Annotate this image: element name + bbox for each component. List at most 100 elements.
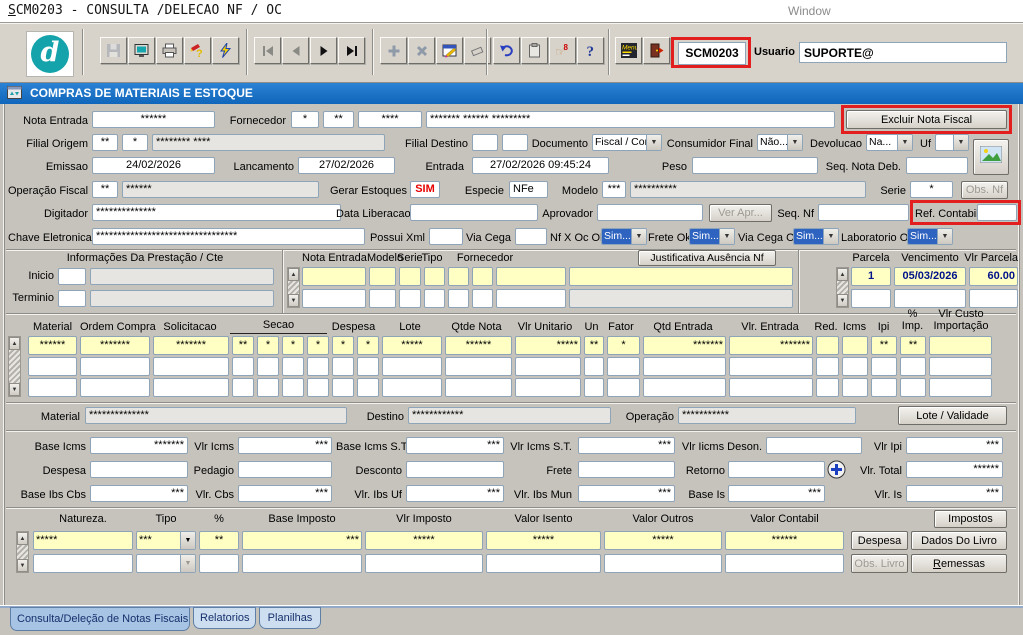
chevron-down-icon[interactable]: ▼ (719, 229, 734, 244)
parcela-cell[interactable] (851, 289, 891, 308)
filial-destino-field-1[interactable] (472, 134, 498, 151)
vlr-parcela-cell[interactable] (969, 289, 1018, 308)
secao-cell[interactable] (307, 357, 329, 376)
nf-cell[interactable] (472, 289, 493, 308)
remessas-button[interactable]: Remessas (911, 554, 1007, 573)
vlr-icms-deson-field[interactable] (766, 437, 862, 454)
qtde-nota-cell[interactable] (445, 357, 512, 376)
tipo-cell[interactable]: ***▼ (136, 531, 196, 550)
natureza-cell[interactable]: ***** (33, 531, 133, 550)
un-cell[interactable] (584, 357, 604, 376)
insert-record-button[interactable] (380, 37, 407, 64)
fator-cell[interactable]: * (607, 336, 640, 355)
qtd-entrada-cell[interactable] (643, 357, 726, 376)
nf-cell[interactable] (569, 267, 793, 286)
via-cega-field[interactable] (515, 228, 547, 245)
vlr-is-field[interactable]: *** (906, 485, 1003, 502)
despesa-cell[interactable] (332, 378, 354, 397)
secao-cell[interactable] (282, 378, 304, 397)
ipi-cell[interactable] (871, 357, 897, 376)
vencimento-cell[interactable] (894, 289, 966, 308)
digitador-field[interactable]: ************** (92, 204, 341, 221)
fornecedor-field-1[interactable]: * (291, 111, 319, 128)
via-cega-ok-dropdown[interactable]: Sim...▼ (793, 228, 839, 245)
pct-cell[interactable]: ** (199, 531, 239, 550)
vencimento-cell[interactable]: 05/03/2026 (894, 267, 966, 286)
vlr-unitario-cell[interactable] (515, 378, 581, 397)
despesa-field[interactable] (90, 461, 188, 478)
chevron-down-icon[interactable]: ▼ (897, 135, 912, 150)
nf-cell[interactable] (448, 267, 469, 286)
fator-cell[interactable] (607, 357, 640, 376)
serie-field[interactable]: * (910, 181, 953, 198)
terminio-field[interactable] (58, 290, 86, 307)
valor-outros-cell[interactable]: ***** (604, 531, 722, 550)
chevron-down-icon[interactable]: ▼ (646, 135, 661, 150)
execute-query-button[interactable] (212, 37, 239, 64)
operacao-fiscal-field-1[interactable]: ** (92, 181, 118, 198)
vlr-ibs-uf-field[interactable]: *** (406, 485, 504, 502)
documento-dropdown[interactable]: Fiscal / Come...▼ (592, 134, 662, 151)
pedagio-field[interactable] (238, 461, 332, 478)
red-cell[interactable] (816, 357, 839, 376)
scroll-down-button[interactable]: ▼ (17, 559, 28, 572)
consumidor-final-dropdown[interactable]: Não...▼ (757, 134, 803, 151)
ordem-compra-cell[interactable] (80, 357, 150, 376)
secao-cell[interactable] (232, 378, 254, 397)
undo-button[interactable] (493, 37, 520, 64)
chave-eletronica-field[interactable]: ********************************* (92, 228, 365, 245)
help-button[interactable]: ? (577, 37, 604, 64)
menu-window[interactable]: Window (788, 4, 831, 18)
solicitacao-cell[interactable] (153, 378, 229, 397)
secao-cell[interactable]: ** (232, 336, 254, 355)
qtd-entrada-cell[interactable] (643, 378, 726, 397)
base-icms-st-field[interactable]: *** (406, 437, 504, 454)
last-record-button[interactable] (338, 37, 365, 64)
valor-outros-cell[interactable] (604, 554, 722, 573)
print-button[interactable] (156, 37, 183, 64)
chevron-down-icon[interactable]: ▼ (937, 229, 952, 244)
nf-cell[interactable] (302, 267, 366, 286)
exit-button[interactable] (643, 37, 670, 64)
nf-cell[interactable] (369, 289, 396, 308)
un-cell[interactable] (584, 378, 604, 397)
next-record-button[interactable] (310, 37, 337, 64)
filial-destino-field-2[interactable] (502, 134, 528, 151)
ipi-cell[interactable]: ** (871, 336, 897, 355)
scroll-down-button[interactable]: ▼ (837, 294, 848, 307)
secao-cell[interactable] (282, 357, 304, 376)
nf-cell[interactable] (472, 267, 493, 286)
pct-imp-cell[interactable] (900, 357, 926, 376)
nf-x-oc-ok-dropdown[interactable]: Sim...▼ (601, 228, 647, 245)
scroll-up-button[interactable]: ▲ (288, 268, 299, 281)
vlr-ipi-field[interactable]: *** (906, 437, 1003, 454)
vlr-icms-field[interactable]: *** (238, 437, 332, 454)
scroll-down-button[interactable]: ▼ (288, 294, 299, 307)
form-code-field[interactable]: SCM0203 (678, 42, 746, 65)
scroll-resize-handle[interactable] (837, 281, 848, 294)
chevron-down-icon[interactable]: ▼ (180, 532, 195, 549)
vlr-entrada-cell[interactable] (729, 378, 813, 397)
pct-imp-cell[interactable]: ** (900, 336, 926, 355)
fornecedor-field-2[interactable]: ** (323, 111, 354, 128)
despesa-cell[interactable] (332, 357, 354, 376)
icms-cell[interactable] (842, 336, 868, 355)
delete-record-button[interactable] (408, 37, 435, 64)
icms-cell[interactable] (842, 357, 868, 376)
base-ibs-cbs-field[interactable]: *** (90, 485, 188, 502)
dados-do-livro-button[interactable]: Dados Do Livro (911, 531, 1007, 550)
laboratorio-ok-dropdown[interactable]: Sim...▼ (907, 228, 953, 245)
fornecedor-name-field[interactable]: ******* ****** ********* (426, 111, 835, 128)
nf-cell[interactable] (399, 267, 421, 286)
material-cell[interactable]: ****** (28, 336, 77, 355)
uf-dropdown[interactable]: ▼ (935, 134, 969, 151)
lote-cell[interactable]: ***** (382, 336, 442, 355)
nf-cell[interactable] (448, 289, 469, 308)
vlr-custo-cell[interactable] (929, 378, 992, 397)
red-cell[interactable] (816, 336, 839, 355)
fator-cell[interactable] (607, 378, 640, 397)
chevron-down-icon[interactable]: ▼ (787, 135, 802, 150)
qtd-entrada-cell[interactable]: ******* (643, 336, 726, 355)
nf-cell[interactable] (496, 289, 566, 308)
scroll-down-button[interactable]: ▼ (9, 383, 20, 396)
